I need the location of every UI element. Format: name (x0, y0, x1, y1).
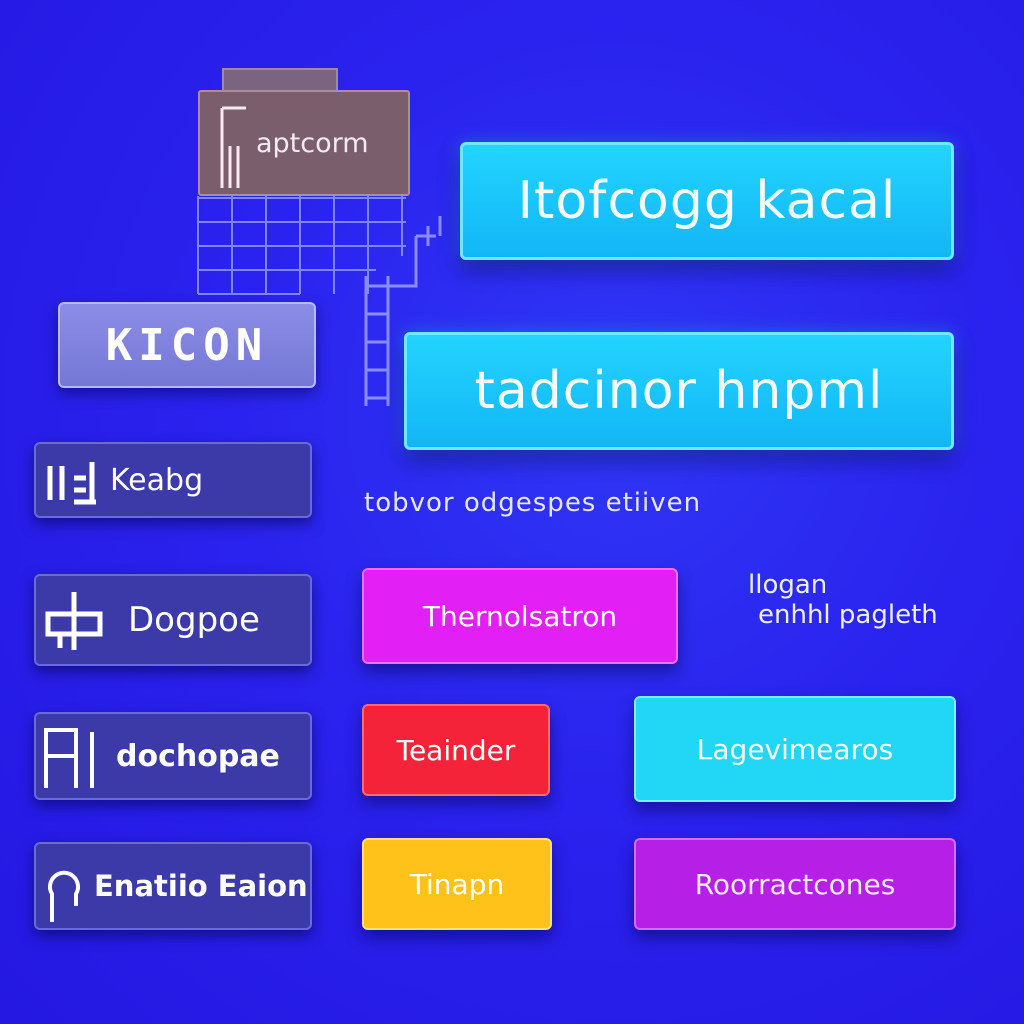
tab-strip[interactable] (222, 68, 338, 92)
side-note-line-1: llogan (748, 570, 828, 600)
red-button-label: Teainder (396, 733, 516, 767)
headline-tile-1[interactable]: Itofcogg kacal (460, 142, 954, 260)
cyan-button[interactable]: Lagevimearos (634, 696, 956, 802)
red-button[interactable]: Teainder (362, 704, 550, 796)
cross-connector-icon (45, 592, 103, 650)
yellow-button[interactable]: Tinapn (362, 838, 552, 930)
nav-item-4-label: Enatiio Eaion (94, 869, 308, 903)
side-note-line-2: enhhl pagleth (758, 600, 938, 630)
purple-button-label: Roorractcones (694, 867, 896, 901)
canvas: aptcorm Itofcogg kacal tadcinor hnpml KI… (0, 0, 1024, 1024)
nav-item-4[interactable]: Enatiio Eaion (34, 842, 312, 930)
bracket-icon (44, 728, 94, 788)
headline-2-label: tadcinor hnpml (474, 361, 884, 421)
icon-tile[interactable]: KICON (58, 302, 316, 388)
purple-button[interactable]: Roorractcones (634, 838, 956, 930)
loop-icon (48, 870, 80, 922)
caption-text: tobvor odgespes etiiven (364, 488, 702, 518)
headline-1-label: Itofcogg kacal (517, 171, 897, 231)
nav-item-3[interactable]: dochopae (34, 712, 312, 800)
magenta-button[interactable]: Thernolsatron (362, 568, 678, 664)
bracket-icon (220, 106, 246, 188)
side-note: llogan enhhl pagleth (748, 570, 938, 630)
bars-icon (47, 462, 96, 505)
magenta-button-label: Thernolsatron (422, 599, 618, 633)
nav-item-3-label: dochopae (116, 738, 280, 774)
nav-item-2[interactable]: Dogpoe (34, 574, 312, 666)
nav-item-2-label: Dogpoe (128, 600, 260, 640)
headline-tile-2[interactable]: tadcinor hnpml (404, 332, 954, 450)
app-tile-label: aptcorm (256, 127, 369, 159)
icon-tile-label: KICON (105, 319, 269, 371)
app-tile[interactable]: aptcorm (198, 90, 410, 196)
nav-item-1-label: Keabg (110, 462, 204, 498)
yellow-button-label: Tinapn (409, 867, 505, 901)
cyan-button-label: Lagevimearos (696, 732, 894, 766)
nav-item-1[interactable]: Keabg (34, 442, 312, 518)
